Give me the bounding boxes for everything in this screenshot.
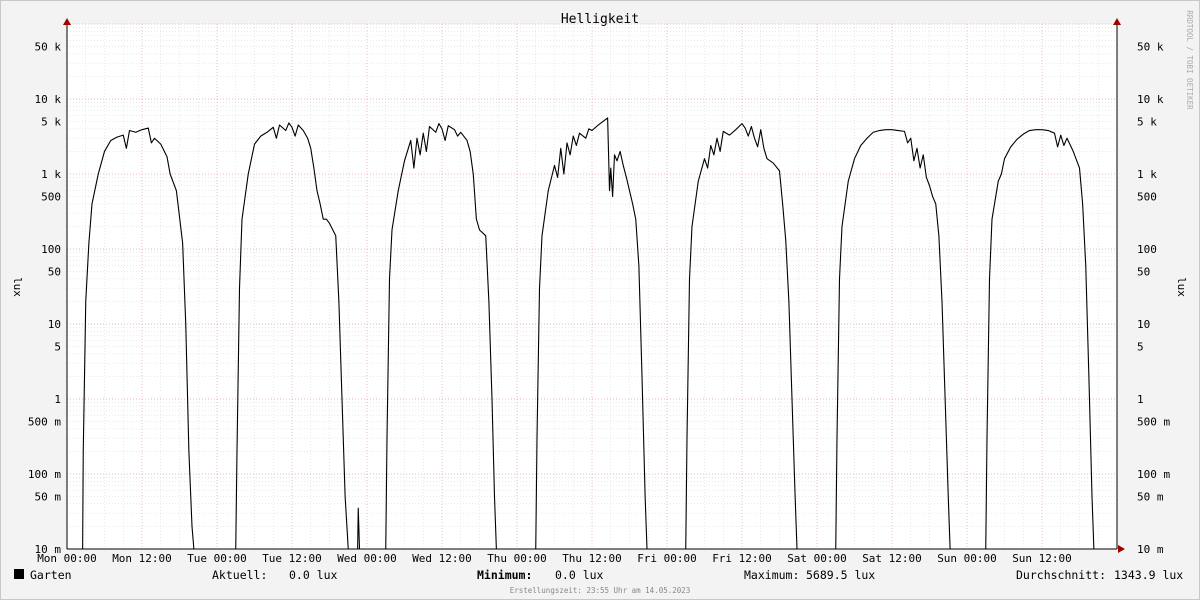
- y-tick-label-right: 100 m: [1137, 468, 1170, 481]
- legend-swatch: [14, 569, 24, 579]
- watermark: RRDTOOL / TOBI OETIKER: [1185, 10, 1194, 110]
- y-tick-label-left: 5: [54, 341, 61, 354]
- x-tick-label: Sun 00:00: [937, 552, 997, 565]
- y-tick-label-left: 100: [41, 243, 61, 256]
- y-tick-label-right: 500: [1137, 191, 1157, 204]
- brightness-chart: 50 k 10 k 5 k 1 k 500 100 50 10 5 1 500 m 100 m 50 m…: [0, 0, 1200, 600]
- legend-aktuell-label: Aktuell:: [212, 568, 267, 582]
- y-axis-label-left: lux: [11, 277, 24, 297]
- legend-maximum-label: Maximum:: [744, 568, 799, 582]
- y-tick-label-right: 5 k: [1137, 116, 1157, 129]
- y-tick-label-left: 500 m: [28, 416, 61, 429]
- legend-minimum-label: Minimum:: [477, 568, 532, 582]
- legend-durchschnitt-label: Durchschnitt:: [1016, 568, 1106, 582]
- y-tick-label-right: 10: [1137, 318, 1150, 331]
- y-tick-label-left: 50 m: [35, 491, 62, 504]
- y-tick-label-left: 1 k: [41, 168, 61, 181]
- x-tick-label: Mon 12:00: [112, 552, 172, 565]
- legend-maximum-value: 5689.5 lux: [806, 568, 875, 582]
- y-tick-label-right: 100: [1137, 243, 1157, 256]
- x-tick-label: Thu 00:00: [487, 552, 547, 565]
- chart-title: Helligkeit: [561, 12, 639, 27]
- x-tick-label: Thu 12:00: [562, 552, 622, 565]
- y-tick-label-left: 500: [41, 191, 61, 204]
- legend-durchschnitt-value: 1343.9 lux: [1114, 568, 1183, 582]
- y-tick-label-left: 50 k: [35, 41, 62, 54]
- y-tick-label-left: 50: [48, 266, 61, 279]
- y-tick-label-right: 5: [1137, 341, 1144, 354]
- y-tick-label-right: 500 m: [1137, 416, 1170, 429]
- y-tick-label-left: 10: [48, 318, 61, 331]
- y-tick-label-left: 1: [54, 393, 61, 406]
- y-tick-label-right: 50: [1137, 266, 1150, 279]
- legend-series-name: Garten: [30, 568, 72, 582]
- x-tick-label: Fri 12:00: [712, 552, 772, 565]
- x-tick-label: Wed 12:00: [412, 552, 472, 565]
- y-tick-label-right: 10 k: [1137, 93, 1164, 106]
- y-tick-label-left: 100 m: [28, 468, 61, 481]
- x-tick-label: Mon 00:00: [37, 552, 97, 565]
- y-tick-label-left: 10 k: [35, 93, 62, 106]
- x-tick-label: Sun 12:00: [1012, 552, 1072, 565]
- legend-minimum-value: 0.0 lux: [555, 568, 604, 582]
- y-tick-label-right: 1 k: [1137, 168, 1157, 181]
- y-axis-label-right: lux: [1175, 277, 1188, 297]
- y-tick-label-left: 5 k: [41, 116, 61, 129]
- legend-aktuell-value: 0.0 lux: [289, 568, 338, 582]
- y-tick-label-right: 50 k: [1137, 41, 1164, 54]
- y-tick-label-right: 1: [1137, 393, 1144, 406]
- x-tick-label: Wed 00:00: [337, 552, 397, 565]
- y-tick-label-right: 10 m: [1137, 543, 1164, 556]
- x-tick-label: Tue 12:00: [262, 552, 322, 565]
- x-tick-label: Tue 00:00: [187, 552, 247, 565]
- y-tick-label-right: 50 m: [1137, 491, 1164, 504]
- x-tick-label: Sat 12:00: [862, 552, 922, 565]
- x-tick-label: Fri 00:00: [637, 552, 697, 565]
- footer-timestamp: Erstellungszeit: 23:55 Uhr am 14.05.2023: [510, 586, 691, 595]
- x-tick-label: Sat 00:00: [787, 552, 847, 565]
